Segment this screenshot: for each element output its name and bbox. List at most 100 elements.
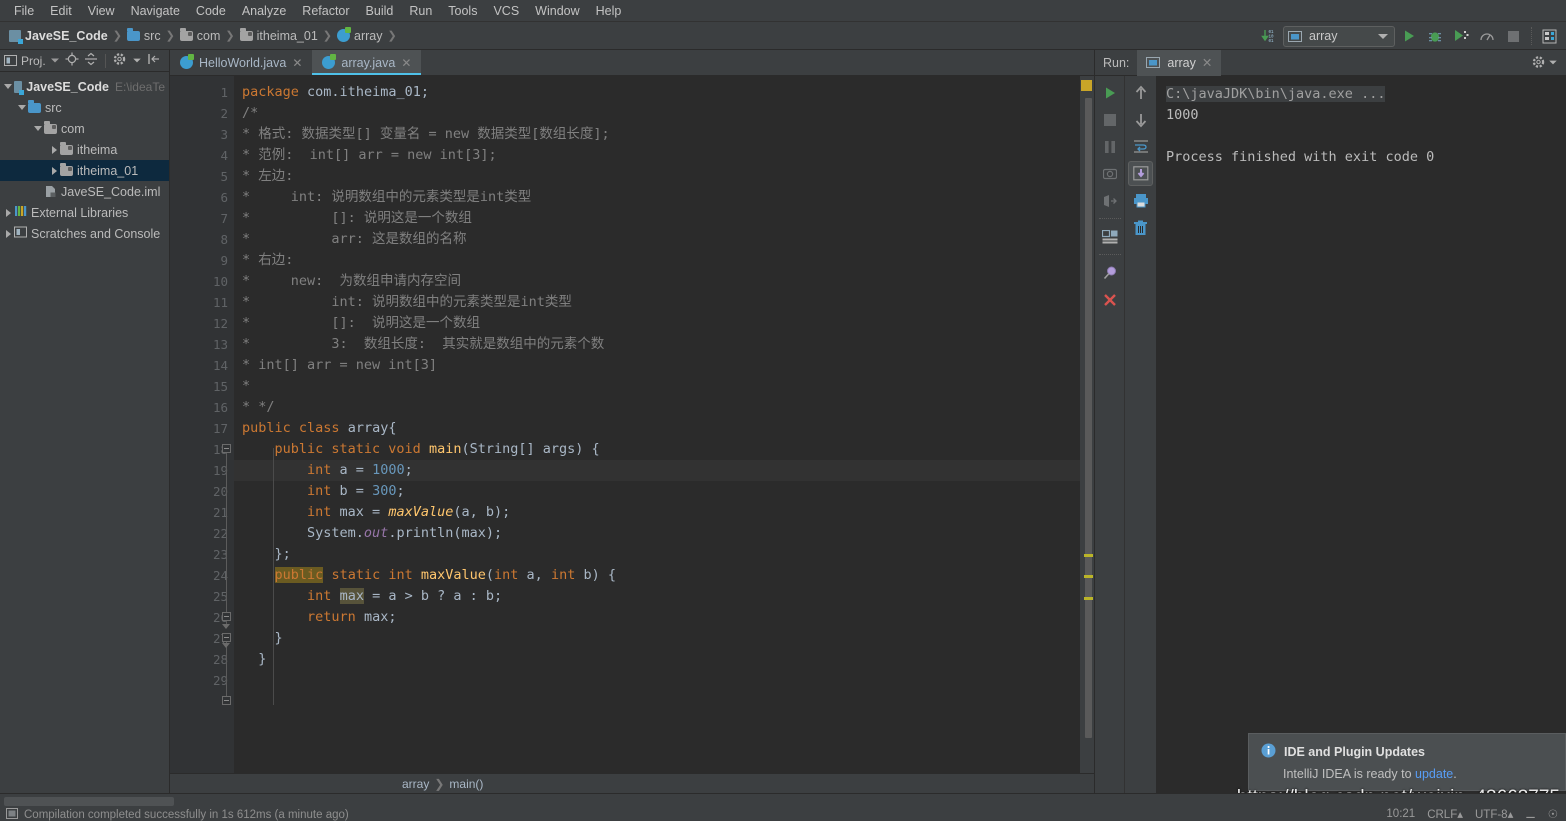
menu-item-tools[interactable]: Tools [440, 0, 485, 22]
locate-icon[interactable] [65, 52, 79, 69]
editor-scrollbar[interactable] [1080, 76, 1094, 773]
close-icon[interactable]: ✕ [1202, 55, 1212, 70]
code-line-6: * int: 说明数组中的元素类型是int类型 [242, 189, 532, 205]
tree-item-itheima[interactable]: itheima [0, 139, 169, 160]
breadcrumb-class[interactable]: array [402, 777, 429, 791]
editor-tab-label: array.java [341, 55, 396, 70]
scroll-down-icon[interactable] [1128, 107, 1153, 132]
package-icon [60, 162, 73, 176]
update-icon[interactable]: 01 10 01 [1257, 24, 1281, 48]
run-panel-label: Run: [1103, 55, 1130, 70]
run-configuration-selector[interactable]: array [1283, 25, 1395, 47]
dump-threads-icon[interactable] [1097, 161, 1122, 186]
run-console-output[interactable]: C:\javaJDK\bin\java.exe ... 1000 Process… [1156, 76, 1566, 793]
menu-item-code[interactable]: Code [188, 0, 234, 22]
editor-tab-helloworld[interactable]: HelloWorld.java ✕ [170, 50, 312, 75]
tree-item-scratches-and-consoles[interactable]: Scratches and Console [0, 223, 169, 244]
project-tree[interactable]: JaveSE_Code E:\ideaTe src com itheima it… [0, 72, 169, 793]
breadcrumb-project[interactable]: JaveSE_Code [6, 27, 111, 45]
folder-icon [126, 27, 140, 41]
rerun-icon[interactable] [1097, 80, 1122, 105]
layout-settings-icon[interactable] [1097, 224, 1122, 249]
expand-arrow-icon[interactable] [2, 229, 14, 238]
project-panel-title[interactable]: Proj. [4, 54, 60, 68]
fold-toggle-icon[interactable] [222, 633, 231, 642]
scrollbar-thumb[interactable] [1085, 98, 1092, 738]
menu-item-refactor[interactable]: Refactor [294, 0, 357, 22]
warning-marker[interactable] [1084, 575, 1093, 578]
tree-item-javese-code[interactable]: JaveSE_Code E:\ideaTe [0, 76, 169, 97]
breadcrumb-array[interactable]: array [334, 27, 385, 45]
editor-tab-array[interactable]: array.java ✕ [312, 50, 422, 75]
code-line-15: * [242, 378, 251, 394]
collapse-all-icon[interactable] [84, 52, 98, 69]
notification-body: IntelliJ IDEA is ready to update. [1283, 767, 1553, 781]
soft-wrap-icon[interactable] [1128, 134, 1153, 159]
chevron-down-icon[interactable] [1549, 60, 1557, 64]
run-settings[interactable] [1532, 55, 1558, 69]
chevron-down-icon[interactable] [132, 58, 141, 63]
fold-toggle-icon[interactable] [222, 444, 231, 453]
settings-icon[interactable] [113, 52, 127, 69]
expand-arrow-icon[interactable] [48, 145, 60, 154]
menu-item-build[interactable]: Build [358, 0, 402, 22]
notification-balloon[interactable]: IDE and Plugin Updates IntelliJ IDEA is … [1248, 733, 1566, 791]
file-encoding[interactable]: UTF-8▴ [1475, 807, 1513, 821]
database-icon[interactable] [1538, 24, 1562, 48]
menu-item-vcs[interactable]: VCS [485, 0, 527, 22]
menu-item-view[interactable]: View [80, 0, 123, 22]
hide-panel-icon[interactable] [147, 52, 161, 69]
debug-icon[interactable] [1423, 24, 1447, 48]
menu-item-window[interactable]: Window [527, 0, 587, 22]
expand-arrow-icon[interactable] [2, 208, 14, 217]
caret-position[interactable]: 10:21 [1386, 808, 1415, 820]
status-bar-message-row[interactable]: Compilation completed successfully in 1s… [0, 808, 1566, 821]
close-icon[interactable]: ✕ [292, 56, 302, 70]
pin-icon[interactable] [1097, 260, 1122, 285]
trash-icon[interactable] [1128, 215, 1153, 240]
fold-toggle-icon[interactable] [222, 612, 231, 621]
gear-icon [1532, 56, 1545, 68]
line-separator[interactable]: CRLF▴ [1427, 807, 1463, 821]
scroll-to-end-icon[interactable] [1128, 161, 1153, 186]
profiler-icon[interactable] [1475, 24, 1499, 48]
inspection-status-indicator[interactable] [1081, 80, 1092, 91]
menu-item-help[interactable]: Help [588, 0, 630, 22]
lock-icon[interactable]: ⚊ [1525, 807, 1535, 821]
exit-icon[interactable] [1097, 188, 1122, 213]
expand-arrow-icon[interactable] [32, 126, 44, 131]
update-link[interactable]: update [1415, 767, 1453, 781]
menu-item-edit[interactable]: Edit [42, 0, 80, 22]
code-folding-column[interactable] [222, 82, 234, 773]
warning-marker[interactable] [1084, 597, 1093, 600]
tree-item-external-libraries[interactable]: External Libraries [0, 202, 169, 223]
tree-item-iml-file[interactable]: JaveSE_Code.iml [0, 181, 169, 202]
menu-item-navigate[interactable]: Navigate [123, 0, 188, 22]
editor-gutter[interactable]: 1 2 3 4 5 6 7 8 9 10 11 12 13 14 15 16 1 [170, 76, 250, 773]
menu-item-analyze[interactable]: Analyze [234, 0, 294, 22]
run-icon[interactable] [1397, 24, 1421, 48]
fold-toggle-icon[interactable] [222, 696, 231, 705]
breadcrumb-itheima01[interactable]: itheima_01 [237, 27, 321, 45]
inspection-icon[interactable]: ☉ [1548, 807, 1558, 821]
tree-item-com[interactable]: com [0, 118, 169, 139]
breadcrumb-com[interactable]: com [177, 27, 224, 45]
tree-item-itheima-01[interactable]: itheima_01 [0, 160, 169, 181]
print-icon[interactable] [1128, 188, 1153, 213]
chevron-down-icon[interactable] [50, 58, 59, 63]
run-with-coverage-icon[interactable] [1449, 24, 1473, 48]
warning-marker[interactable] [1084, 554, 1093, 557]
code-text-area[interactable]: package com.itheima_01; /* * 格式: 数据类型[] … [234, 76, 1080, 773]
run-tab-array[interactable]: array ✕ [1137, 49, 1222, 76]
expand-arrow-icon[interactable] [16, 105, 28, 110]
menu-item-run[interactable]: Run [401, 0, 440, 22]
menu-item-file[interactable]: File [6, 0, 42, 22]
breadcrumb-method[interactable]: main() [449, 777, 483, 791]
scroll-up-icon[interactable] [1128, 80, 1153, 105]
breadcrumb-src[interactable]: src [124, 27, 164, 45]
expand-arrow-icon[interactable] [48, 166, 60, 175]
close-icon[interactable] [1097, 287, 1122, 312]
tree-item-src[interactable]: src [0, 97, 169, 118]
close-icon[interactable]: ✕ [401, 56, 411, 70]
expand-arrow-icon[interactable] [2, 84, 14, 89]
